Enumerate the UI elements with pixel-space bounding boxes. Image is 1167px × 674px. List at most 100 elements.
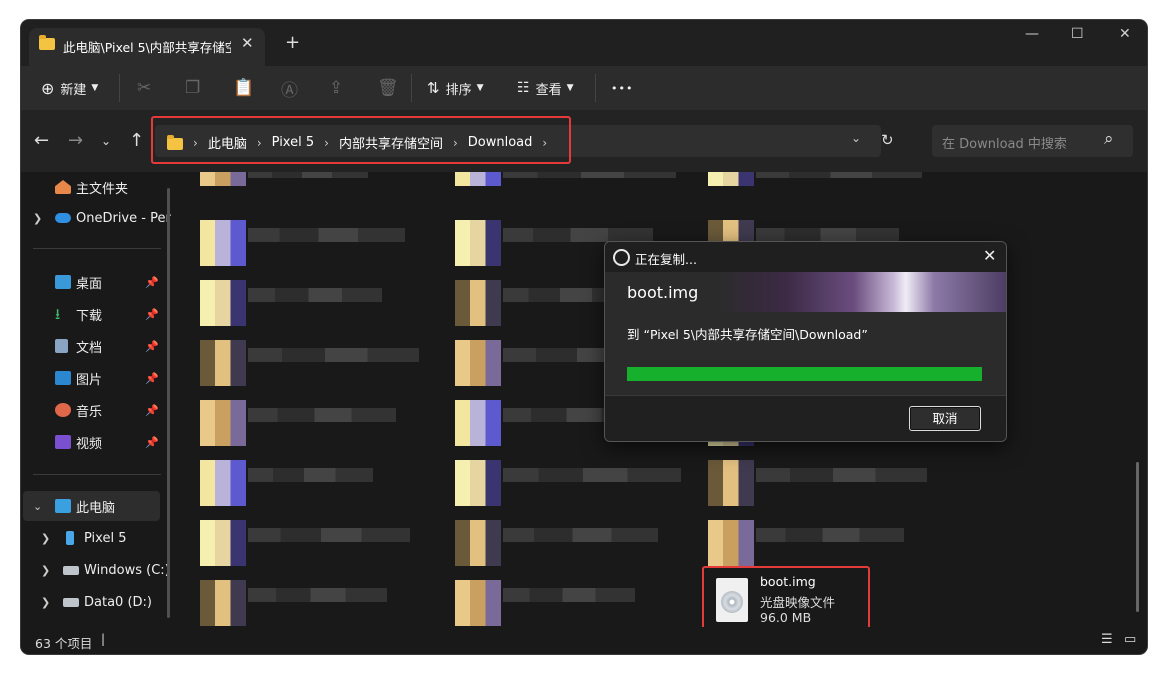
pin-icon[interactable]: 📌 xyxy=(145,436,159,449)
file-name-pixelated xyxy=(503,468,681,482)
chevron-right-icon[interactable]: ❯ xyxy=(41,564,50,577)
file-thumbnail-pixelated[interactable] xyxy=(455,340,501,386)
new-tab-button[interactable]: + xyxy=(285,32,300,53)
file-name-pixelated xyxy=(248,172,368,178)
sidebar-item-this-pc[interactable]: ⌄ 此电脑 xyxy=(23,491,160,521)
file-thumbnail-pixelated[interactable] xyxy=(455,520,501,566)
dialog-footer: 取消 xyxy=(605,395,1006,441)
content-scrollbar[interactable] xyxy=(1136,462,1139,612)
search-icon[interactable]: ⌕ xyxy=(1104,129,1114,149)
pin-icon[interactable]: 📌 xyxy=(145,372,159,385)
toolbar-divider xyxy=(595,74,596,102)
sidebar-item-data0-d[interactable]: ❯ Data0 (D:) xyxy=(21,587,161,617)
new-button[interactable]: ⊕ 新建 ▼ xyxy=(41,76,98,100)
tab-download[interactable]: 此电脑\Pixel 5\内部共享存储空 ✕ xyxy=(29,28,265,66)
sidebar-scrollbar[interactable] xyxy=(167,188,170,618)
status-bar: 63 个项目 | ☰ ▭ xyxy=(21,627,1147,654)
file-thumbnail-pixelated[interactable] xyxy=(200,220,246,266)
address-dropdown-icon[interactable]: ⌄ xyxy=(851,131,861,145)
delete-icon[interactable]: 🗑 xyxy=(377,76,399,100)
address-row: ← → ⌄ ↑ › 此电脑 › Pixel 5 › 内部共享存储空间 › Dow… xyxy=(21,110,1147,172)
file-thumbnail-pixelated[interactable] xyxy=(200,340,246,386)
tiles-view-icon[interactable]: ▭ xyxy=(1124,632,1136,647)
dialog-close-button[interactable]: ✕ xyxy=(983,246,996,265)
file-thumbnail-pixelated[interactable] xyxy=(455,580,501,626)
file-thumbnail-pixelated[interactable] xyxy=(200,580,246,626)
chevron-right-icon[interactable]: ❯ xyxy=(41,596,50,609)
more-options-button[interactable]: ••• xyxy=(611,76,633,100)
rename-icon[interactable]: Ⓐ xyxy=(281,76,298,101)
refresh-icon[interactable]: ↻ xyxy=(881,131,894,149)
file-thumbnail-pixelated[interactable] xyxy=(708,460,754,506)
copy-icon[interactable]: ❐ xyxy=(185,76,200,100)
sidebar-item-videos[interactable]: 视频 📌 xyxy=(21,427,161,457)
file-thumbnail-pixelated[interactable] xyxy=(455,280,501,326)
view-icon: ☷ xyxy=(517,80,530,96)
pin-icon[interactable]: 📌 xyxy=(145,340,159,353)
pin-icon[interactable]: 📌 xyxy=(145,404,159,417)
file-thumbnail-pixelated[interactable] xyxy=(200,400,246,446)
sidebar-item-music[interactable]: 音乐 📌 xyxy=(21,395,161,425)
share-icon[interactable]: ⇪ xyxy=(329,76,343,100)
sort-button[interactable]: ⇅ 排序 ▼ xyxy=(427,76,484,100)
view-button-label: 查看 xyxy=(535,82,562,98)
paste-icon[interactable]: 📋 xyxy=(233,76,254,100)
sidebar-item-pixel5[interactable]: ❯ Pixel 5 xyxy=(21,523,161,553)
title-bar: 此电脑\Pixel 5\内部共享存储空 ✕ + — ☐ ✕ xyxy=(21,20,1147,66)
close-window-button[interactable]: ✕ xyxy=(1119,26,1131,42)
file-highlight-box xyxy=(702,566,870,627)
cancel-button[interactable]: 取消 xyxy=(909,406,981,431)
file-name-pixelated xyxy=(503,228,653,242)
sidebar-item-downloads[interactable]: ⭳ 下载 📌 xyxy=(21,299,161,329)
file-thumbnail-pixelated[interactable] xyxy=(200,172,246,186)
chevron-right-icon[interactable]: ❯ xyxy=(41,532,50,545)
sort-button-label: 排序 xyxy=(445,82,472,98)
cloud-icon xyxy=(55,213,71,223)
home-icon xyxy=(55,180,71,194)
sidebar-item-label: 主文件夹 xyxy=(76,181,129,197)
chevron-down-icon: ▼ xyxy=(476,83,484,93)
chevron-right-icon[interactable]: ❯ xyxy=(33,212,42,225)
sidebar-item-windows-c[interactable]: ❯ Windows (C:) xyxy=(21,555,170,585)
file-thumbnail-pixelated[interactable] xyxy=(708,520,754,566)
back-button[interactable]: ← xyxy=(34,130,49,151)
sidebar-item-documents[interactable]: 文档 📌 xyxy=(21,331,161,361)
file-name-pixelated xyxy=(248,228,405,242)
sidebar-item-desktop[interactable]: 桌面 📌 xyxy=(21,267,161,297)
file-thumbnail-pixelated[interactable] xyxy=(455,400,501,446)
pin-icon[interactable]: 📌 xyxy=(145,276,159,289)
phone-icon xyxy=(66,531,74,545)
plus-circle-icon: ⊕ xyxy=(41,78,55,98)
file-thumbnail-pixelated[interactable] xyxy=(200,280,246,326)
maximize-button[interactable]: ☐ xyxy=(1071,26,1084,42)
minimize-button[interactable]: — xyxy=(1025,26,1039,42)
file-name-pixelated xyxy=(503,588,635,602)
pin-icon[interactable]: 📌 xyxy=(145,308,159,321)
file-thumbnail-pixelated[interactable] xyxy=(455,220,501,266)
desktop-icon xyxy=(55,275,71,289)
tab-close-button[interactable]: ✕ xyxy=(241,34,254,52)
forward-button[interactable]: → xyxy=(68,130,83,151)
view-button[interactable]: ☷ 查看 ▼ xyxy=(517,76,574,100)
file-name-pixelated xyxy=(503,172,676,178)
search-box[interactable]: 在 Download 中搜索 ⌕ xyxy=(932,125,1133,157)
up-button[interactable]: ↑ xyxy=(129,130,144,151)
copying-filename: boot.img xyxy=(627,283,699,302)
chevron-down-icon[interactable]: ⌄ xyxy=(33,500,42,513)
picture-icon xyxy=(55,371,71,385)
sidebar-item-onedrive[interactable]: ❯ OneDrive - Per xyxy=(21,203,171,233)
cut-icon[interactable]: ✂ xyxy=(137,76,151,100)
details-view-icon[interactable]: ☰ xyxy=(1101,632,1113,647)
file-thumbnail-pixelated[interactable] xyxy=(455,172,501,186)
dialog-title-bar: 正在复制... ✕ xyxy=(605,242,1006,272)
file-thumbnail-pixelated[interactable] xyxy=(200,520,246,566)
file-name-pixelated xyxy=(248,288,382,302)
recent-locations-button[interactable]: ⌄ xyxy=(101,134,111,148)
chevron-down-icon: ▼ xyxy=(566,83,574,93)
sidebar-item-home[interactable]: 主文件夹 xyxy=(21,172,161,202)
file-name-pixelated xyxy=(248,348,419,362)
file-thumbnail-pixelated[interactable] xyxy=(708,172,754,186)
file-thumbnail-pixelated[interactable] xyxy=(200,460,246,506)
file-thumbnail-pixelated[interactable] xyxy=(455,460,501,506)
sidebar-item-pictures[interactable]: 图片 📌 xyxy=(21,363,161,393)
